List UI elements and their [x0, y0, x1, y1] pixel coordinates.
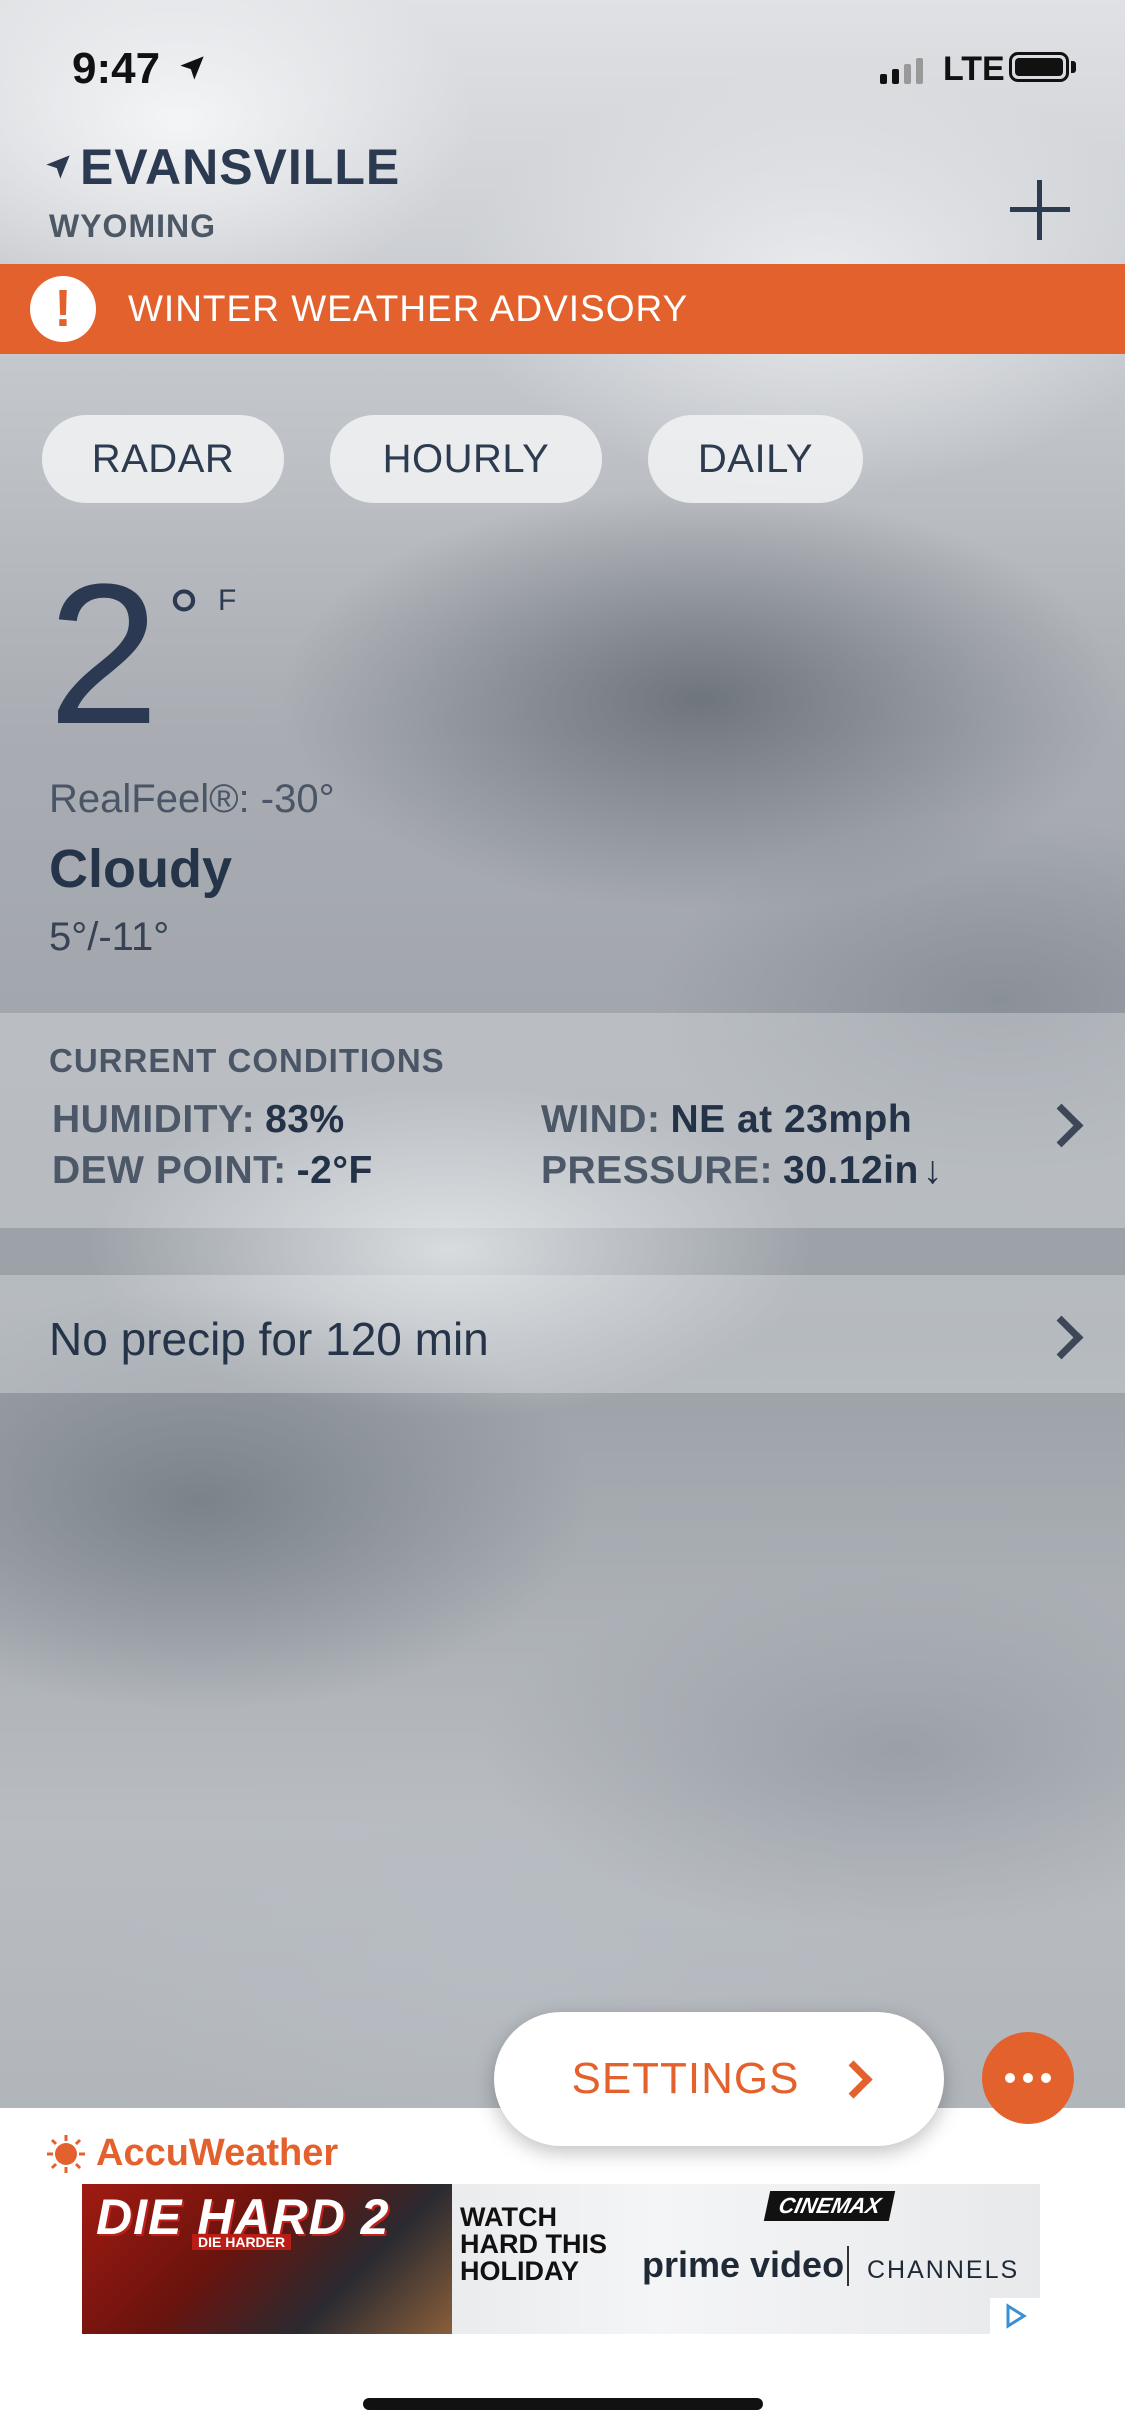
location-state: WYOMING [49, 208, 216, 244]
alert-icon: ! [30, 276, 96, 342]
location-arrow-icon [46, 155, 70, 179]
advisory-text: WINTER WEATHER ADVISORY [128, 288, 689, 329]
city-name: EVANSVILLE [80, 139, 401, 195]
pressure-label: PRESSURE: [541, 1149, 774, 1192]
sun-icon [47, 2134, 85, 2173]
wind-label: WIND: [541, 1098, 661, 1141]
degree-symbol: ° [168, 573, 200, 662]
tab-hourly[interactable]: HOURLY [330, 415, 602, 503]
humidity: HUMIDITY: 83% [52, 1098, 345, 1142]
more-options-button[interactable] [982, 2032, 1074, 2124]
ad-network: CINEMAX [763, 2191, 896, 2221]
dew-point: DEW POINT: -2°F [52, 1149, 373, 1193]
dew-point-label: DEW POINT: [52, 1149, 287, 1192]
ad-tagline: WATCH HARD THIS HOLIDAY [460, 2202, 607, 2286]
status-bar: 9:47 LTE [0, 40, 1125, 100]
current-temperature: 2 [48, 543, 160, 766]
pressure-value: 30.12in [783, 1149, 919, 1192]
wind-value: NE at 23mph [670, 1098, 913, 1141]
signal-strength-icon [880, 58, 923, 84]
chevron-right-icon [833, 2059, 873, 2099]
wind: WIND: NE at 23mph [541, 1098, 912, 1142]
tab-daily[interactable]: DAILY [648, 415, 863, 503]
dew-point-value: -2°F [296, 1149, 373, 1192]
ad-divider [847, 2246, 849, 2286]
settings-button[interactable]: SETTINGS [494, 2012, 944, 2146]
settings-label: SETTINGS [571, 2054, 800, 2103]
status-time: 9:47 [72, 44, 161, 93]
humidity-label: HUMIDITY: [52, 1098, 256, 1141]
realfeel-temperature: RealFeel®: -30° [49, 777, 335, 821]
adchoices-icon[interactable] [990, 2298, 1040, 2334]
network-type: LTE [943, 50, 1005, 88]
location-arrow-icon [180, 56, 204, 80]
temperature-unit: F [218, 584, 237, 617]
add-location-button[interactable] [1010, 180, 1070, 240]
humidity-value: 83% [265, 1098, 345, 1141]
ad-banner[interactable]: DIE HARD 2 DIE HARDER WATCH HARD THIS HO… [82, 2184, 1040, 2334]
location-city[interactable]: EVANSVILLE [44, 138, 400, 196]
battery-cap [1071, 61, 1076, 73]
pressure-trend-icon: ↓ [922, 1149, 943, 1192]
ad-subtitle: DIE HARDER [192, 2234, 292, 2250]
high-low-temperature: 5°/-11° [49, 915, 170, 959]
precip-text: No precip for 120 min [49, 1313, 489, 1365]
tab-radar[interactable]: RADAR [42, 415, 284, 503]
battery-icon [1009, 52, 1069, 82]
ad-service-suffix: CHANNELS [867, 2256, 1020, 2284]
ad-service: prime video [642, 2244, 845, 2285]
weather-advisory-banner[interactable]: ! WINTER WEATHER ADVISORY [0, 264, 1125, 354]
pressure: PRESSURE: 30.12in ↓ [541, 1149, 943, 1193]
weather-condition: Cloudy [49, 839, 232, 899]
accuweather-logo: AccuWeather [46, 2132, 338, 2175]
home-indicator[interactable] [363, 2398, 763, 2410]
ad-poster-image: DIE HARD 2 DIE HARDER [82, 2184, 452, 2334]
current-conditions-title: CURRENT CONDITIONS [49, 1042, 445, 1079]
brand-name: AccuWeather [96, 2132, 339, 2174]
